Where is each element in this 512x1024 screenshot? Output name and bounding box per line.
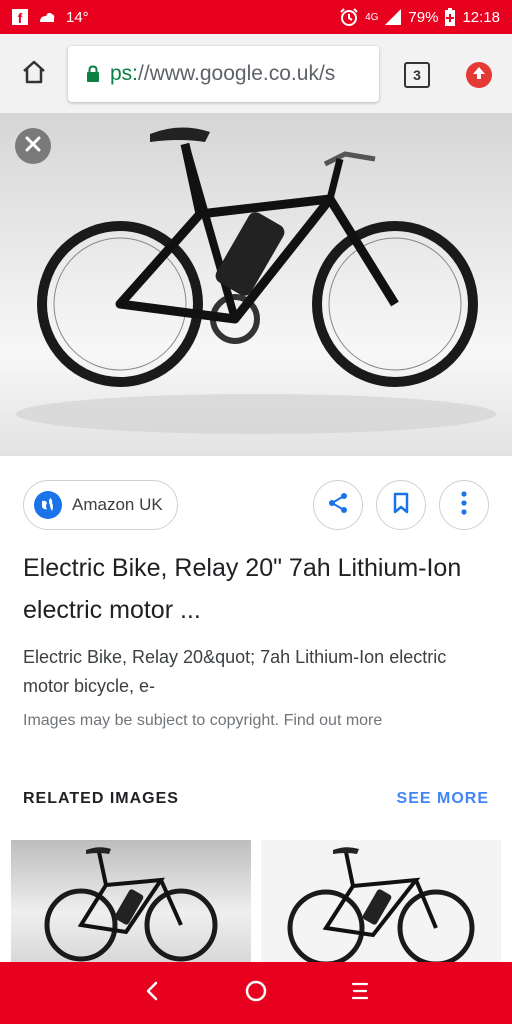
lock-icon [86,65,100,83]
weather-icon [38,9,56,25]
bike-thumbnail-image [287,847,475,962]
related-image-thumbnail[interactable] [11,840,251,962]
menu-icon [350,980,370,1007]
source-chip[interactable]: Amazon UK [23,480,178,530]
bike-thumbnail-image [44,847,218,962]
home-icon [20,58,48,91]
url-text: ps://www.google.co.uk/s [110,62,335,86]
see-more-link[interactable]: SEE MORE [397,790,489,808]
url-bar[interactable]: ps://www.google.co.uk/s [68,46,379,102]
alarm-icon [339,7,359,27]
url-scheme: ps: [110,62,139,85]
network-type: 4G [365,11,379,23]
circle-home-icon [245,980,267,1007]
copyright-notice[interactable]: Images may be subject to copyright. Find… [23,712,382,730]
back-icon [144,980,160,1007]
bookmark-icon [392,492,410,519]
navigation-bar [0,962,512,1024]
menu-nav-button[interactable] [340,973,380,1013]
share-button[interactable] [313,480,363,530]
related-images-heading: RELATED IMAGES [23,790,179,807]
globe-icon [34,491,62,519]
source-name: Amazon UK [72,495,163,514]
battery-icon [444,7,456,27]
related-image-thumbnail[interactable] [261,840,501,962]
signal-icon [384,8,402,26]
upload-icon [471,65,487,86]
browser-toolbar: ps://www.google.co.uk/s 3 [0,34,512,114]
upload-button[interactable] [466,62,492,88]
save-button[interactable] [376,480,426,530]
battery-text: 79% [408,8,439,26]
url-rest: //www.google.co.uk/s [138,62,336,85]
status-bar: f 14° 4G 79% 12:18 [0,0,512,34]
home-nav-button[interactable] [236,973,276,1013]
facebook-icon: f [12,9,28,25]
temperature-text: 14° [66,8,89,26]
close-button[interactable] [15,128,51,164]
tab-switcher-button[interactable]: 3 [404,62,430,88]
more-vert-icon [461,490,467,520]
close-icon [24,135,42,158]
home-button[interactable] [16,56,52,92]
image-title[interactable]: Electric Bike, Relay 20" 7ah Lithium-Ion… [23,547,493,631]
image-description: Electric Bike, Relay 20&quot; 7ah Lithiu… [23,647,447,696]
bike-image [16,127,496,434]
share-icon [327,492,349,519]
clock-text: 12:18 [462,8,500,26]
more-options-button[interactable] [439,480,489,530]
image-preview[interactable] [0,114,512,456]
back-button[interactable] [132,973,172,1013]
